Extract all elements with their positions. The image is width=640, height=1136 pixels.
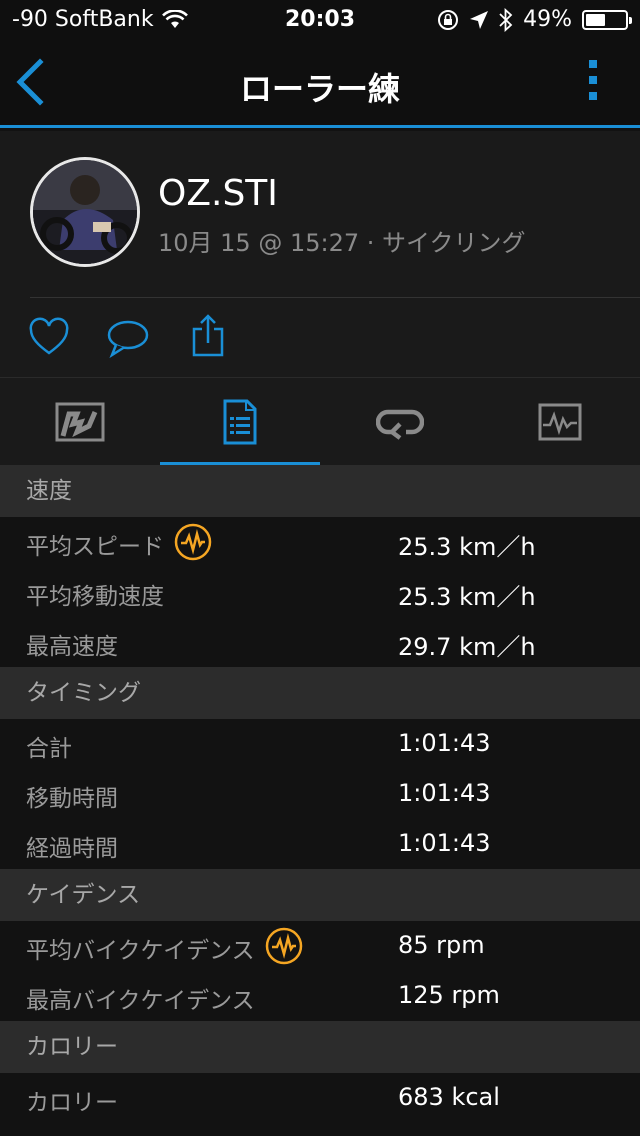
stats-list: 速度平均スピード 25.3 km／h 平均移動速度 25.3 km／h 最高速度 29.7… (0, 465, 640, 1123)
comment-button[interactable] (106, 317, 149, 359)
section-header: 速度 (0, 465, 640, 517)
user-name[interactable]: OZ.STI (158, 173, 278, 214)
heart-rate-badge-icon[interactable] (174, 523, 212, 561)
tab-laps[interactable] (320, 378, 480, 465)
divider (30, 297, 640, 298)
stat-label-wrap: 最高速度 (26, 627, 118, 661)
activity-tabs (0, 377, 640, 465)
stat-row: 平均移動速度 25.3 km／h (0, 567, 640, 617)
stat-label-wrap: 平均スピード (26, 523, 212, 561)
rotation-lock-icon (438, 9, 459, 30)
stat-label-wrap: 平均バイクケイデンス (26, 927, 303, 965)
more-dot-icon (589, 76, 597, 84)
status-bar: -90 SoftBank 20:03 49% (0, 0, 640, 40)
stat-value: 125 rpm (398, 981, 500, 1009)
tab-map[interactable] (0, 378, 160, 465)
stat-label-wrap: 経過時間 (26, 829, 118, 863)
stat-value: 85 rpm (398, 931, 485, 959)
activity-header: OZ.STI 10月 15 @ 15:27 · サイクリング (0, 131, 640, 377)
activity-date-type: 10月 15 @ 15:27 · サイクリング (158, 229, 526, 257)
stat-row: カロリー 683 kcal (0, 1073, 640, 1123)
page-title: ローラー練 (239, 70, 400, 108)
bluetooth-icon (499, 7, 513, 32)
stat-value: 1:01:43 (398, 779, 491, 807)
battery-icon (582, 9, 632, 30)
avatar[interactable] (30, 157, 140, 267)
more-options-button[interactable] (586, 60, 600, 110)
comment-bubble-icon (107, 320, 149, 359)
tab-charts[interactable] (480, 378, 640, 465)
stat-label-wrap: 最高バイクケイデンス (26, 981, 255, 1015)
more-dot-icon (589, 92, 597, 100)
stat-row: 合計 1:01:43 (0, 719, 640, 769)
section-header: ケイデンス (0, 869, 640, 921)
share-button[interactable] (190, 313, 232, 357)
location-icon (470, 10, 489, 29)
stat-label: 最高速度 (26, 634, 118, 660)
stat-value: 25.3 km／h (398, 533, 536, 561)
nav-bar: ローラー練 (0, 40, 640, 128)
stat-label: 平均移動速度 (26, 584, 164, 610)
section-header: カロリー (0, 1021, 640, 1073)
stat-label-wrap: 合計 (26, 729, 72, 763)
section-header: タイミング (0, 667, 640, 719)
laps-icon (376, 409, 424, 440)
more-dot-icon (589, 60, 597, 68)
stat-label: 最高バイクケイデンス (26, 988, 255, 1014)
stats-list-icon (223, 399, 257, 444)
stat-value: 1:01:43 (398, 829, 491, 857)
stat-label: 平均バイクケイデンス (26, 938, 255, 964)
stat-row: 移動時間 1:01:43 (0, 769, 640, 819)
battery-level (586, 13, 605, 26)
stat-label: カロリー (26, 1090, 118, 1116)
status-right: 49% (437, 7, 632, 32)
stat-label-wrap: 移動時間 (26, 779, 118, 813)
like-button[interactable] (28, 317, 70, 359)
chart-icon (538, 403, 582, 440)
stat-label-wrap: カロリー (26, 1083, 118, 1117)
stat-label: 平均スピード (26, 534, 164, 560)
stat-row: 最高速度 29.7 km／h (0, 617, 640, 667)
stat-label: 移動時間 (26, 786, 118, 812)
avatar-image (33, 160, 137, 264)
stat-row: 平均バイクケイデンス 85 rpm (0, 921, 640, 971)
share-icon (192, 314, 224, 357)
map-icon (55, 402, 105, 441)
tab-stats[interactable] (160, 378, 320, 465)
stat-value: 29.7 km／h (398, 633, 536, 661)
stat-row: 平均スピード 25.3 km／h (0, 517, 640, 567)
stat-row: 経過時間 1:01:43 (0, 819, 640, 869)
heart-icon (29, 317, 69, 355)
stat-value: 25.3 km／h (398, 583, 536, 611)
heart-rate-badge-icon[interactable] (265, 927, 303, 965)
stat-value: 1:01:43 (398, 729, 491, 757)
stat-label: 合計 (26, 736, 72, 762)
battery-percent: 49% (523, 7, 572, 32)
stat-row: 最高バイクケイデンス 125 rpm (0, 971, 640, 1021)
stat-label: 経過時間 (26, 836, 118, 862)
stat-value: 683 kcal (398, 1083, 500, 1111)
stat-label-wrap: 平均移動速度 (26, 577, 164, 611)
